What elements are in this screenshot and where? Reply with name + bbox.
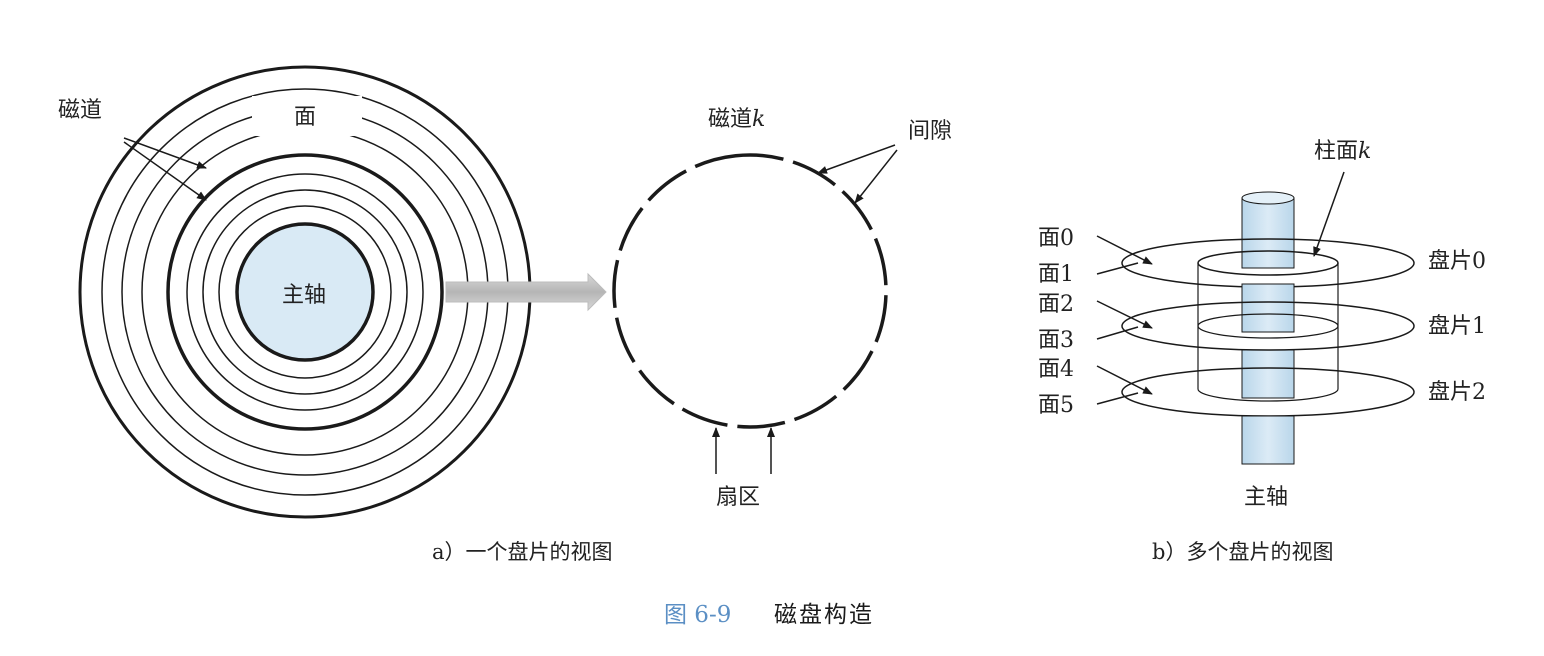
surface-label-1: 面1: [1038, 262, 1074, 287]
gap-label: 间隙: [908, 119, 952, 144]
spindle-label-b: 主轴: [1244, 485, 1288, 510]
spindle-segment: [1241, 349, 1295, 399]
track-pointer-arrow: [123, 137, 207, 169]
caption-b: b）多个盘片的视图: [1152, 540, 1333, 564]
figure-title: 磁盘构造: [774, 602, 874, 628]
zoom-arrow: [445, 272, 607, 312]
spindle-segment: [1241, 197, 1295, 269]
cylinder-k-label: 柱面k: [1314, 139, 1371, 164]
caption-a: a）一个盘片的视图: [432, 540, 613, 564]
surface-label-4: 面4: [1038, 357, 1074, 382]
surface-pointer-arrow: [1096, 300, 1153, 329]
cylinder-k-pointer-arrow: [1313, 171, 1345, 257]
surface-label-5: 面5: [1038, 393, 1074, 418]
surface-pointer-line: [1096, 392, 1139, 405]
surface-label: 面: [294, 105, 316, 130]
track-label: 磁道: [58, 98, 102, 123]
track-pointer-arrow: [123, 141, 207, 201]
sector-label: 扇区: [716, 485, 760, 510]
panel-a-platter-diagram: 面 主轴 磁道: [58, 65, 607, 519]
surface-label-0: 面0: [1038, 226, 1074, 251]
platter-label-0: 盘片0: [1428, 249, 1486, 274]
figure-number: 图 6-9: [664, 602, 731, 628]
spindle-top-cap: [1241, 191, 1295, 205]
track-k-sectors: [612, 153, 888, 429]
track-k-detail: 磁道k 间隙 扇区: [612, 107, 952, 510]
gap-pointer-arrow: [817, 144, 896, 174]
spindle-segment: [1241, 283, 1295, 333]
surface-label-3: 面3: [1038, 328, 1074, 353]
surface-label-2: 面2: [1038, 292, 1074, 317]
panel-b-multi-platter-diagram: 柱面k 面0 面1 面2 面3 面4 面5 盘片0 盘片1 盘片2 主轴: [1038, 139, 1486, 510]
disk-geometry-figure: 面 主轴 磁道 磁道k 间隙 扇区 a）一个盘片的视图 柱面k 面0 面1 面2…: [58, 65, 1486, 628]
spindle-segment: [1241, 415, 1295, 465]
track-k-label: 磁道k: [708, 107, 765, 132]
surface-pointer-line: [1096, 326, 1139, 340]
spindle-label: 主轴: [282, 283, 326, 308]
platter-label-2: 盘片2: [1428, 380, 1486, 405]
platter-label-1: 盘片1: [1428, 314, 1486, 339]
